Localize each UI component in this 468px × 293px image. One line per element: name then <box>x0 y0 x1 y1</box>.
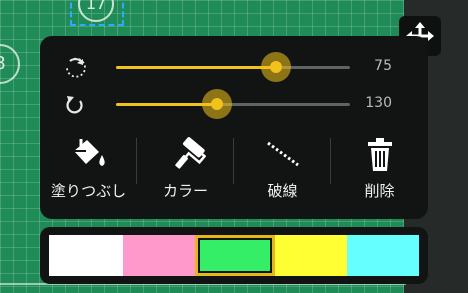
color-palette <box>40 227 428 284</box>
rotate-step-slider-thumb[interactable] <box>211 98 224 110</box>
color-button[interactable]: カラー <box>137 134 234 204</box>
rotation-value: 75 <box>374 58 392 74</box>
color-swatch[interactable] <box>123 235 195 276</box>
tool-bar: 塗りつぶし カラー 破線 削除 <box>40 134 428 204</box>
dashed-line-icon <box>266 141 299 167</box>
fill-button[interactable]: 塗りつぶし <box>40 134 137 204</box>
rotation-slider-row: 75 <box>40 52 428 82</box>
panel-pointer <box>143 180 161 190</box>
color-swatch[interactable] <box>49 235 123 276</box>
color-swatch[interactable] <box>347 235 419 276</box>
dashed-line-label: 破線 <box>267 182 298 200</box>
rotate-step-slider[interactable] <box>116 89 350 119</box>
rotation-slider[interactable] <box>116 52 350 82</box>
rotation-slider-fill <box>116 66 277 69</box>
paint-roller-icon <box>174 137 206 169</box>
rotate-step-slider-row: 130 <box>40 89 428 119</box>
style-panel: 75 130 塗りつぶし カラー 破線 削除 <box>40 36 428 219</box>
rotate-dashed-icon <box>66 57 86 78</box>
color-swatch[interactable] <box>195 235 275 276</box>
rotate-icon <box>66 96 83 114</box>
delete-button[interactable]: 削除 <box>331 134 428 204</box>
dashed-line-button[interactable]: 破線 <box>234 134 331 204</box>
palette-swatches <box>49 235 419 276</box>
rotate-step-value: 130 <box>365 95 392 111</box>
color-swatch[interactable] <box>275 235 347 276</box>
delete-label: 削除 <box>364 182 395 200</box>
rotation-slider-thumb[interactable] <box>270 61 283 73</box>
color-label: カラー <box>162 182 208 200</box>
trash-icon <box>367 138 392 171</box>
fill-label: 塗りつぶし <box>50 182 127 200</box>
paint-bucket-icon <box>73 139 105 166</box>
